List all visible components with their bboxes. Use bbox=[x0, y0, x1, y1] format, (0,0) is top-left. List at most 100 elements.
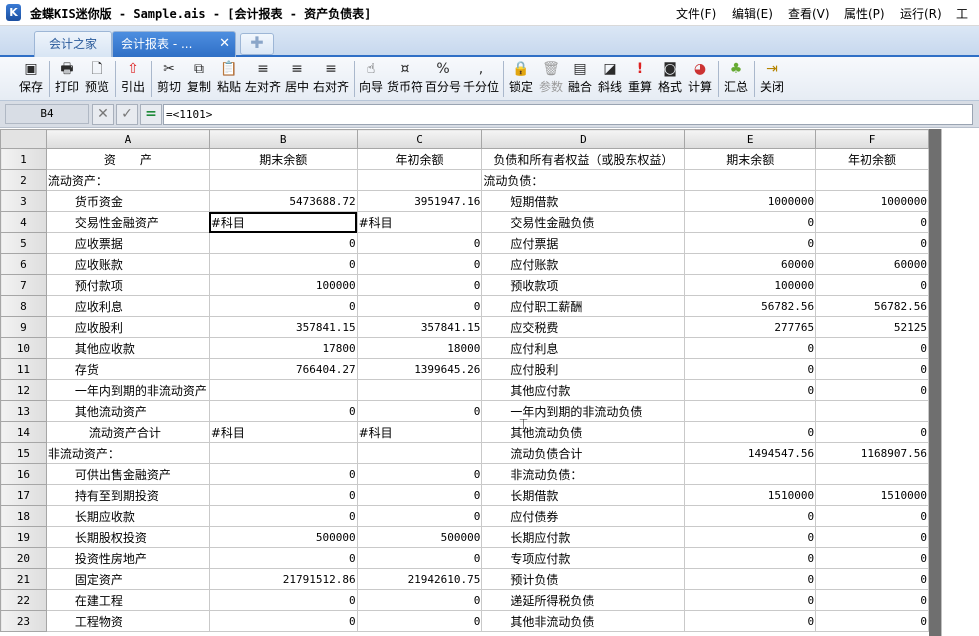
cell-e[interactable]: 0 bbox=[684, 547, 817, 569]
cell-e[interactable]: 0 bbox=[684, 610, 817, 632]
row-header[interactable]: 9 bbox=[0, 316, 47, 338]
thousands-button[interactable]: , 千分位 bbox=[462, 59, 500, 99]
cell-e[interactable]: 100000 bbox=[684, 274, 817, 296]
cell-a[interactable]: 可供出售金融资产 bbox=[45, 463, 210, 485]
close-icon[interactable]: ✕ bbox=[219, 32, 230, 56]
cell-e[interactable]: 0 bbox=[684, 232, 817, 254]
row-header[interactable]: 6 bbox=[0, 253, 47, 275]
recalc-button[interactable]: ! 重算 bbox=[626, 59, 654, 99]
currency-button[interactable]: ¤ 货币符 bbox=[386, 59, 424, 99]
cell-b[interactable]: 0 bbox=[208, 505, 358, 527]
row-header[interactable]: 1 bbox=[0, 148, 47, 170]
menu-run[interactable]: 运行(R) bbox=[900, 5, 956, 22]
cell-e[interactable]: 0 bbox=[684, 337, 817, 359]
row-header[interactable]: 4 bbox=[0, 211, 47, 233]
cell-b[interactable]: 100000 bbox=[208, 274, 358, 296]
lock-button[interactable]: 🔒 锁定 bbox=[507, 59, 535, 99]
cell-c[interactable]: 500000 bbox=[356, 526, 483, 548]
row-header[interactable]: 19 bbox=[0, 526, 47, 548]
row-header[interactable]: 22 bbox=[0, 589, 47, 611]
cell-f[interactable]: 0 bbox=[815, 547, 929, 569]
cell-d[interactable]: 一年内到期的非流动负债 bbox=[481, 400, 686, 422]
cell-e[interactable]: 277765 bbox=[684, 316, 817, 338]
cell-c[interactable]: 0 bbox=[356, 505, 483, 527]
menu-tools[interactable]: 工 bbox=[956, 5, 979, 22]
cell-f[interactable]: 0 bbox=[815, 505, 929, 527]
row-header[interactable]: 12 bbox=[0, 379, 47, 401]
insert-formula-button[interactable]: = bbox=[140, 104, 162, 125]
cell-d[interactable]: 其他非流动负债 bbox=[481, 610, 686, 632]
cell-a[interactable]: 流动资产合计 bbox=[45, 421, 210, 443]
cell-a[interactable]: 工程物资 bbox=[45, 610, 210, 632]
cell-f[interactable]: 年初余额 bbox=[815, 148, 929, 170]
parameters-button[interactable]: 🗑 参数 bbox=[537, 59, 565, 99]
cell-f[interactable]: 0 bbox=[815, 610, 929, 632]
cell-c[interactable]: 0 bbox=[356, 295, 483, 317]
cell-c[interactable]: 21942610.75 bbox=[356, 568, 483, 590]
cell-c[interactable]: 0 bbox=[356, 589, 483, 611]
cell-a[interactable]: 其他流动资产 bbox=[45, 400, 210, 422]
cell-c[interactable] bbox=[356, 169, 483, 191]
row-header[interactable]: 2 bbox=[0, 169, 47, 191]
summary-button[interactable]: ♣ 汇总 bbox=[722, 59, 750, 99]
cell-d[interactable]: 交易性金融负债 bbox=[481, 211, 686, 233]
cell-d[interactable]: 预计负债 bbox=[481, 568, 686, 590]
row-header[interactable]: 21 bbox=[0, 568, 47, 590]
column-header-b[interactable]: B bbox=[208, 129, 358, 149]
cell-e[interactable]: 56782.56 bbox=[684, 295, 817, 317]
align-right-button[interactable]: ≡ 右对齐 bbox=[312, 59, 350, 99]
cell-c[interactable]: 0 bbox=[356, 400, 483, 422]
cell-a[interactable]: 其他应收款 bbox=[45, 337, 210, 359]
cell-f[interactable]: 1000000 bbox=[815, 190, 929, 212]
print-button[interactable]: 🖶 打印 bbox=[53, 59, 81, 99]
cell-e[interactable]: 0 bbox=[684, 568, 817, 590]
cell-e[interactable]: 0 bbox=[684, 379, 817, 401]
cell-a[interactable]: 存货 bbox=[45, 358, 210, 380]
diagonal-button[interactable]: ◪ 斜线 bbox=[596, 59, 624, 99]
align-left-button[interactable]: ≡ 左对齐 bbox=[244, 59, 282, 99]
formula-input[interactable]: =<1101> bbox=[163, 104, 973, 125]
cell-e[interactable] bbox=[684, 400, 817, 422]
cell-a[interactable]: 应收股利 bbox=[45, 316, 210, 338]
cell-a[interactable]: 一年内到期的非流动资产 bbox=[45, 379, 210, 401]
column-header-c[interactable]: C bbox=[356, 129, 483, 149]
cell-e[interactable]: 0 bbox=[684, 421, 817, 443]
cell-b[interactable]: 0 bbox=[208, 484, 358, 506]
save-button[interactable]: ▣ 保存 bbox=[16, 59, 46, 99]
cell-e[interactable]: 期末余额 bbox=[684, 148, 817, 170]
cell-f[interactable]: 0 bbox=[815, 568, 929, 590]
column-header-e[interactable]: E bbox=[684, 129, 817, 149]
cell-d[interactable]: 应付股利 bbox=[481, 358, 686, 380]
row-header[interactable]: 3 bbox=[0, 190, 47, 212]
cell-f[interactable]: 0 bbox=[815, 379, 929, 401]
cell-d[interactable]: 非流动负债： bbox=[481, 463, 686, 485]
cut-button[interactable]: ✂ 剪切 bbox=[155, 59, 183, 99]
column-header-a[interactable]: A bbox=[45, 129, 210, 149]
cell-e[interactable] bbox=[684, 463, 817, 485]
cell-c[interactable]: 0 bbox=[356, 484, 483, 506]
cell-d[interactable]: 预收款项 bbox=[481, 274, 686, 296]
cell-b[interactable]: 357841.15 bbox=[208, 316, 358, 338]
menu-view[interactable]: 查看(V) bbox=[788, 5, 844, 22]
row-header[interactable]: 10 bbox=[0, 337, 47, 359]
cell-f[interactable]: 1510000 bbox=[815, 484, 929, 506]
row-header[interactable]: 20 bbox=[0, 547, 47, 569]
cell-d[interactable]: 其他应付款 bbox=[481, 379, 686, 401]
cell-a[interactable]: 固定资产 bbox=[45, 568, 210, 590]
cell-a[interactable]: 应收票据 bbox=[45, 232, 210, 254]
cell-b[interactable]: 0 bbox=[208, 253, 358, 275]
cell-b[interactable] bbox=[208, 169, 358, 191]
cell-c[interactable]: 3951947.16 bbox=[356, 190, 483, 212]
cell-e[interactable]: 1494547.56 bbox=[684, 442, 817, 464]
row-header[interactable]: 13 bbox=[0, 400, 47, 422]
cell-e[interactable]: 0 bbox=[684, 505, 817, 527]
cell-a[interactable]: 预付款项 bbox=[45, 274, 210, 296]
cell-e[interactable]: 60000 bbox=[684, 253, 817, 275]
cell-c[interactable]: 0 bbox=[356, 232, 483, 254]
cell-d[interactable]: 专项应付款 bbox=[481, 547, 686, 569]
cell-b[interactable]: #科目 bbox=[208, 421, 358, 443]
cell-f[interactable]: 0 bbox=[815, 526, 929, 548]
cell-b[interactable] bbox=[208, 379, 358, 401]
row-header[interactable]: 5 bbox=[0, 232, 47, 254]
cell-c[interactable]: 0 bbox=[356, 253, 483, 275]
